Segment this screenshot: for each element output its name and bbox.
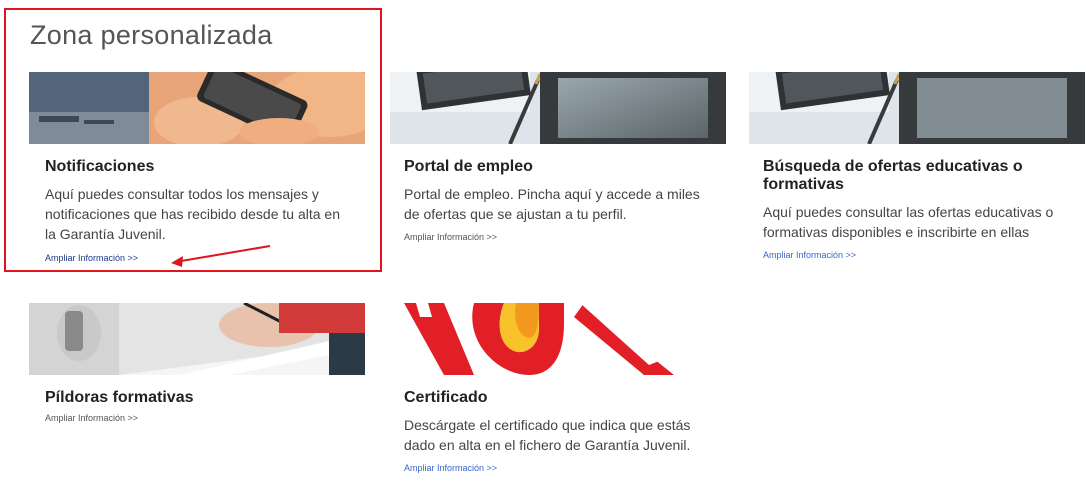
card-description: Portal de empleo. Pincha aquí y accede a… [404,186,700,222]
card-busqueda-ofertas: Búsqueda de ofertas educativas o formati… [749,72,1085,260]
more-info-link[interactable]: Ampliar Información >> [45,413,349,423]
laptop-image [390,72,726,144]
more-info-link[interactable]: Ampliar Información >> [404,232,712,242]
study-image [29,303,365,375]
section-title: Zona personalizada [30,20,273,50]
card-pildoras-formativas: Píldoras formativas Ampliar Información … [29,303,365,423]
card-description: Descárgate el certificado que indica que… [404,417,691,453]
card-description: Aquí puedes consultar todos los mensajes… [45,186,340,242]
card-title: Portal de empleo [404,158,533,175]
card-title: Píldoras formativas [45,389,194,406]
card-description: Aquí puedes consultar las ofertas educat… [763,204,1054,240]
phone-image [29,72,365,144]
more-info-link[interactable]: Ampliar Información >> [763,250,1071,260]
card-title: Certificado [404,389,488,406]
laptop-image [749,72,1085,144]
arrow-icon [171,245,271,267]
more-info-link[interactable]: Ampliar Información >> [404,463,712,473]
card-portal-empleo: Portal de empleo Portal de empleo. Pinch… [390,72,726,242]
card-notificaciones: Notificaciones Aquí puedes consultar tod… [29,72,365,263]
card-title: Notificaciones [45,158,155,175]
card-title: Búsqueda de ofertas educativas o formati… [763,158,1023,193]
certificate-image [390,303,726,375]
card-certificado: Certificado Descárgate el certificado qu… [390,303,726,473]
